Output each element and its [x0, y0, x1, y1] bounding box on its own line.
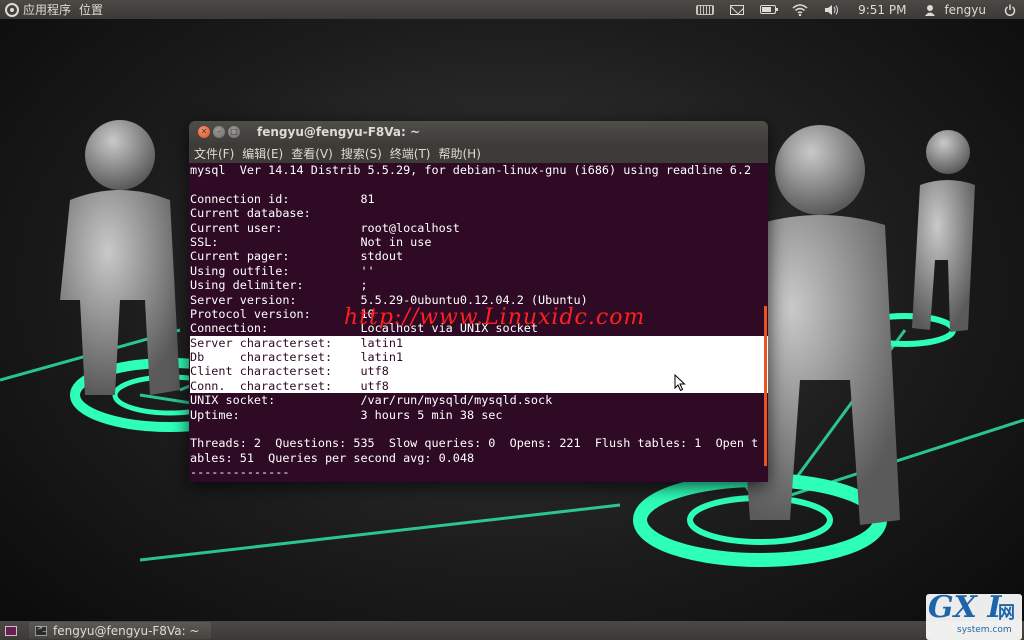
keyboard-icon[interactable]	[696, 4, 715, 15]
terminal-line: --------------	[190, 465, 290, 480]
site-logo: GX I 网 system.com	[926, 590, 1022, 640]
ubuntu-logo-icon[interactable]	[5, 2, 19, 17]
volume-icon[interactable]	[824, 4, 840, 16]
places-menu[interactable]: 位置	[79, 1, 103, 18]
maximize-icon[interactable]: □	[228, 126, 240, 138]
terminal-menubar: 文件(F) 编辑(E) 查看(V) 搜索(S) 终端(T) 帮助(H)	[189, 143, 768, 163]
bottom-panel: fengyu@fengyu-F8Va: ~	[0, 621, 1024, 640]
menu-view[interactable]: 查看(V)	[291, 145, 333, 162]
system-tray: 9:51 PM fengyu	[688, 0, 1024, 19]
menu-file[interactable]: 文件(F)	[194, 145, 234, 162]
terminal-line: Uptime: 3 hours 5 min 38 sec	[190, 407, 503, 422]
taskbar-terminal-label: fengyu@fengyu-F8Va: ~	[53, 623, 200, 638]
terminal-line: SSL: Not in use	[190, 234, 432, 249]
top-panel: 应用程序 位置 9:51 PM fengyu	[0, 0, 1024, 19]
power-icon[interactable]	[1004, 4, 1016, 16]
terminal-line: UNIX socket: /var/run/mysqld/mysqld.sock	[190, 393, 553, 408]
terminal-icon	[35, 624, 47, 636]
site-logo-text: GX I	[928, 590, 1002, 625]
menu-edit[interactable]: 编辑(E)	[242, 145, 283, 162]
terminal-line: ables: 51 Queries per second avg: 0.048	[190, 450, 475, 465]
menu-help[interactable]: 帮助(H)	[439, 145, 481, 162]
terminal-line: mysql Ver 14.14 Distrib 5.5.29, for debi…	[190, 163, 752, 177]
user-icon[interactable]	[924, 4, 936, 16]
terminal-window[interactable]: ✕ – □ fengyu@fengyu-F8Va: ~ 文件(F) 编辑(E) …	[189, 121, 768, 482]
close-icon[interactable]: ✕	[198, 126, 210, 138]
battery-icon[interactable]	[760, 5, 779, 14]
terminal-line: Current user: root@localhost	[190, 220, 460, 235]
window-titlebar[interactable]: ✕ – □ fengyu@fengyu-F8Va: ~	[189, 121, 768, 143]
terminal-line: Using delimiter: ;	[190, 278, 368, 293]
menu-search[interactable]: 搜索(S)	[341, 145, 382, 162]
mouse-cursor-icon	[674, 374, 686, 392]
terminal-scrollbar[interactable]	[764, 306, 767, 466]
terminal-line: Using outfile: ''	[190, 263, 375, 278]
watermark-text: http://www.Linuxidc.com	[344, 305, 646, 330]
show-desktop-icon[interactable]	[5, 625, 17, 636]
menu-terminal[interactable]: 终端(T)	[390, 145, 431, 162]
user-name[interactable]: fengyu	[944, 3, 986, 17]
terminal-line: Db characterset: latin1	[190, 350, 768, 365]
terminal-line: Server characterset: latin1	[190, 335, 768, 351]
minimize-icon[interactable]: –	[213, 126, 225, 138]
taskbar-terminal-button[interactable]: fengyu@fengyu-F8Va: ~	[29, 622, 212, 639]
applications-menu[interactable]: 应用程序	[23, 1, 71, 18]
wifi-icon[interactable]	[792, 3, 808, 16]
terminal-line: Current pager: stdout	[190, 249, 404, 264]
site-logo-cn: 网	[998, 603, 1015, 623]
window-title: fengyu@fengyu-F8Va: ~	[257, 125, 421, 139]
site-logo-sub: system.com	[957, 625, 1012, 635]
terminal-line: Current database:	[190, 206, 311, 221]
terminal-line: Threads: 2 Questions: 535 Slow queries: …	[190, 436, 759, 451]
clock[interactable]: 9:51 PM	[858, 3, 906, 17]
terminal-line: Connection id: 81	[190, 191, 375, 206]
mail-icon[interactable]	[730, 4, 745, 15]
